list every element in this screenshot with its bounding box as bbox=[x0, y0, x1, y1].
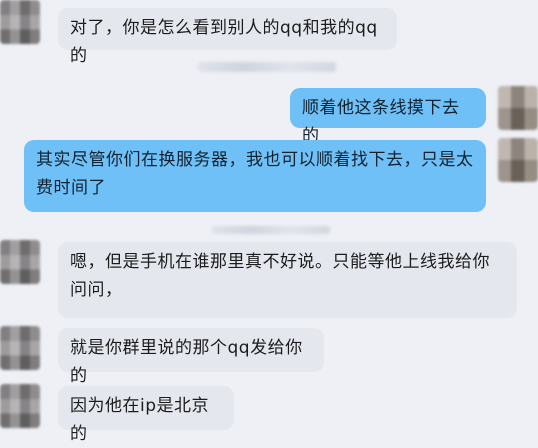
contact-avatar[interactable] bbox=[0, 240, 40, 284]
outgoing-message[interactable]: 其实尽管你们在换服务器，我也可以顺着找下去，只是太费时间了 bbox=[24, 140, 486, 212]
contact-avatar[interactable] bbox=[0, 0, 40, 44]
contact-avatar[interactable] bbox=[0, 326, 40, 370]
incoming-message[interactable]: 对了，你是怎么看到别人的qq和我的qq的 bbox=[58, 8, 397, 66]
user-avatar[interactable] bbox=[498, 138, 538, 182]
incoming-message[interactable]: 因为他在ip是北京的 bbox=[58, 386, 234, 444]
blurred-timestamp bbox=[212, 226, 330, 234]
outgoing-message[interactable]: 顺着他这条线摸下去的 bbox=[290, 88, 486, 146]
blurred-timestamp bbox=[198, 62, 336, 72]
chat-conversation: 对了，你是怎么看到别人的qq和我的qq的 顺着他这条线摸下去的 其实尽管你们在换… bbox=[0, 0, 538, 444]
incoming-message[interactable]: 就是你群里说的那个qq发给你的 bbox=[58, 328, 324, 386]
incoming-message[interactable]: 嗯，但是手机在谁那里真不好说。只能等他上线我给你问问， bbox=[58, 242, 517, 318]
user-avatar[interactable] bbox=[498, 86, 538, 130]
contact-avatar[interactable] bbox=[0, 384, 40, 428]
